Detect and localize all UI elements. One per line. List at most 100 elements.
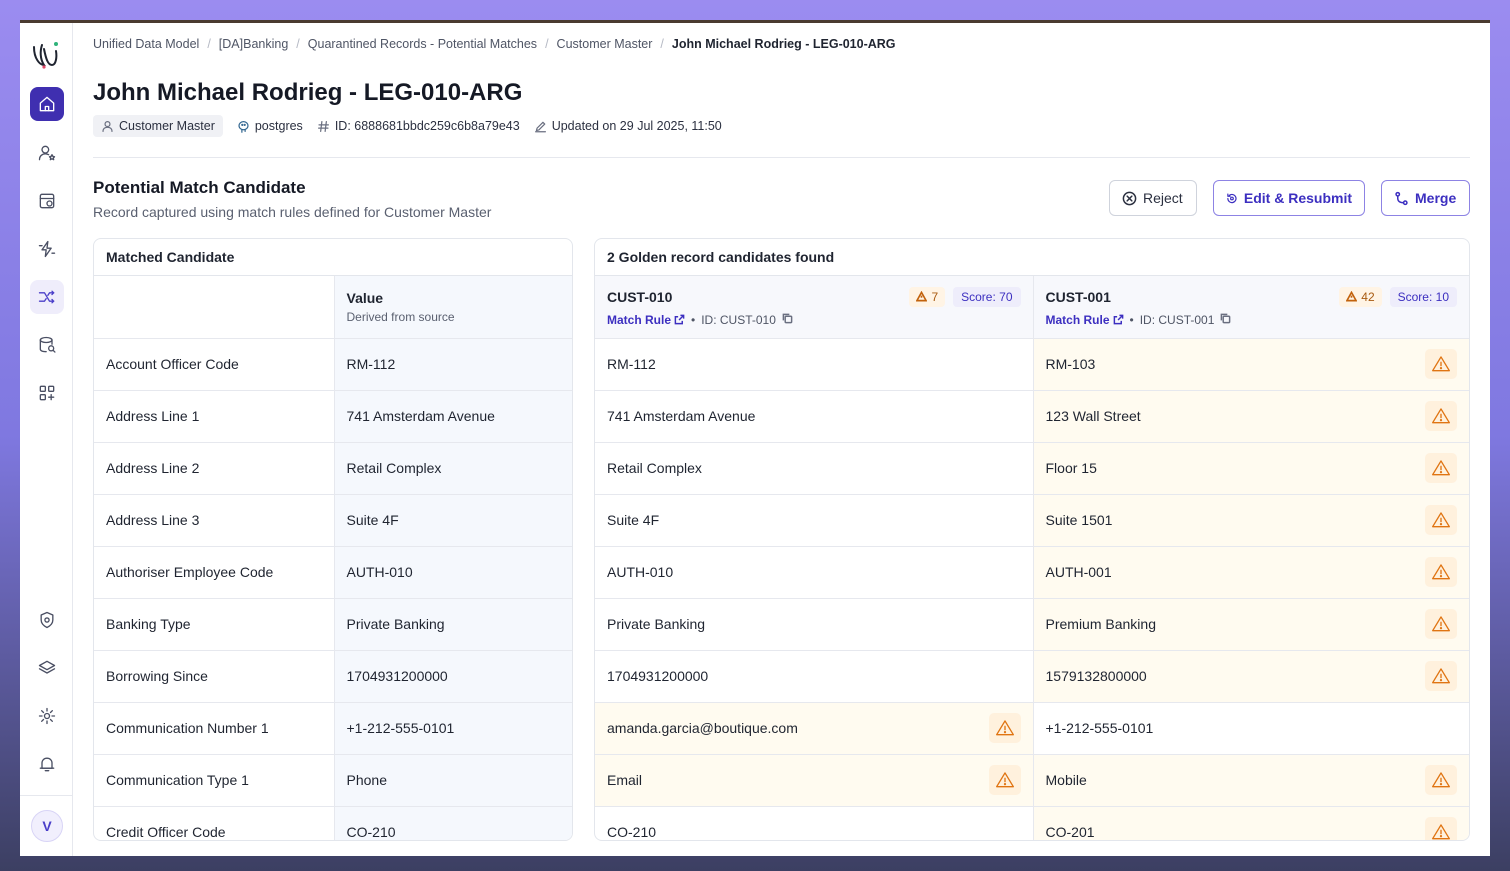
mismatch-warning-icon[interactable] — [1425, 453, 1457, 483]
warning-count-badge: 42 — [1339, 286, 1382, 307]
field-value: Suite 4F — [334, 494, 572, 547]
field-value: Private Banking — [334, 598, 572, 651]
table-row: Retail Complex Floor 15 — [595, 442, 1469, 495]
breadcrumb-separator: / — [545, 37, 549, 51]
header-divider — [93, 157, 1470, 158]
copy-id-button[interactable] — [782, 313, 793, 327]
mismatch-warning-icon[interactable] — [1425, 349, 1457, 379]
breadcrumb-item[interactable]: Quarantined Records - Potential Matches — [308, 37, 537, 51]
record-id: ID: 6888681bbdc259c6b8a79e43 — [334, 119, 520, 133]
nav-rail: V — [20, 23, 73, 856]
mismatch-warning-icon[interactable] — [1425, 557, 1457, 587]
merge-label: Merge — [1415, 190, 1457, 206]
mismatch-warning-icon[interactable] — [1425, 609, 1457, 639]
mismatch-warning-icon[interactable] — [1425, 505, 1457, 535]
dot-separator: • — [691, 312, 696, 327]
table-row: 1704931200000 1579132800000 — [595, 650, 1469, 703]
gear-icon[interactable] — [30, 699, 64, 733]
candidate-value: amanda.garcia@boutique.com — [607, 720, 798, 736]
breadcrumb: Unified Data Model / [DA]Banking / Quara… — [93, 37, 896, 51]
field-name: Account Officer Code — [94, 338, 335, 391]
table-row: Suite 4F Suite 1501 — [595, 494, 1469, 547]
match-rule-link[interactable]: Match Rule — [1046, 313, 1124, 327]
bell-icon[interactable] — [30, 747, 64, 781]
merge-button[interactable]: Merge — [1381, 180, 1470, 216]
panel-title: 2 Golden record candidates found — [595, 239, 1469, 276]
layers-icon[interactable] — [30, 651, 64, 685]
field-value: AUTH-010 — [334, 546, 572, 599]
table-row: Account Officer Code RM-112 — [94, 338, 572, 391]
shield-settings-icon[interactable] — [30, 603, 64, 637]
section-title: Potential Match Candidate — [93, 178, 306, 197]
candidate-value-cell: Suite 1501 — [1033, 494, 1469, 547]
section-subtitle: Record captured using match rules define… — [93, 204, 492, 220]
edit-resubmit-button[interactable]: Edit & Resubmit — [1213, 180, 1365, 216]
workflow-icon[interactable] — [30, 232, 64, 266]
field-name: Address Line 2 — [94, 442, 335, 495]
candidate-value: RM-103 — [1045, 356, 1096, 372]
copy-id-button[interactable] — [1220, 313, 1231, 327]
apps-icon[interactable] — [30, 376, 64, 410]
breadcrumb-item[interactable]: Unified Data Model — [93, 37, 199, 51]
user-icon — [102, 120, 113, 132]
page-title: John Michael Rodrieg - LEG-010-ARG — [93, 79, 523, 106]
close-circle-icon — [1122, 191, 1137, 205]
table-row: Communication Type 1 Phone — [94, 754, 572, 807]
value-column-header: Value Derived from source — [334, 276, 572, 339]
database-search-icon[interactable] — [30, 328, 64, 362]
home-icon[interactable] — [30, 87, 64, 121]
candidate-value: Floor 15 — [1045, 460, 1097, 476]
candidate-value-cell: Email — [595, 754, 1034, 807]
mismatch-warning-icon[interactable] — [988, 713, 1021, 743]
avatar[interactable]: V — [31, 810, 63, 842]
mismatch-warning-icon[interactable] — [1425, 765, 1457, 795]
warning-count: 42 — [1361, 289, 1375, 304]
mismatch-warning-icon[interactable] — [1425, 817, 1457, 840]
candidate-value-cell: Suite 4F — [595, 494, 1034, 547]
table-row: amanda.garcia@boutique.com +1-212-555-010… — [595, 702, 1469, 755]
rail-divider — [20, 795, 73, 796]
candidate-value: Premium Banking — [1045, 616, 1157, 632]
candidate-value-cell: Private Banking — [595, 598, 1034, 651]
breadcrumb-item[interactable]: [DA]Banking — [219, 37, 288, 51]
users-icon[interactable] — [30, 136, 64, 170]
table-row: Credit Officer Code CO-210 — [94, 806, 572, 840]
warning-count: 7 — [931, 289, 939, 304]
mismatch-warning-icon[interactable] — [1425, 401, 1457, 431]
candidate-value-cell: AUTH-001 — [1033, 546, 1469, 599]
match-rule-label: Match Rule — [1045, 312, 1110, 327]
table-row: Communication Number 1 +1-212-555-0101 — [94, 702, 572, 755]
copy-icon — [1221, 313, 1231, 324]
table-row: Authoriser Employee Code AUTH-010 — [94, 546, 572, 599]
postgres-icon — [238, 120, 249, 133]
field-column-header — [94, 276, 335, 339]
record-meta: Customer Master postgres ID: 6888681bbdc… — [93, 115, 722, 137]
candidate-value-cell: AUTH-010 — [595, 546, 1034, 599]
records-icon[interactable] — [30, 184, 64, 218]
value-header-sub: Derived from source — [346, 309, 455, 324]
candidate-value: Email — [607, 772, 643, 788]
candidate-value-cell: 1579132800000 — [1033, 650, 1469, 703]
app-window: V Unified Data Model / [DA]Banking / Qua… — [20, 20, 1490, 856]
field-value: 1704931200000 — [334, 650, 572, 703]
golden-candidates-panel: 2 Golden record candidates found CUST-01… — [594, 238, 1470, 841]
candidate-header: CUST-001 42 Score: 10 Match Rule • ID: C… — [1033, 276, 1469, 339]
resubmit-icon — [1227, 192, 1237, 203]
table-row: 741 Amsterdam Avenue 123 Wall Street — [595, 390, 1469, 443]
match-merge-icon[interactable] — [30, 280, 64, 314]
candidate-value: +1-212-555-0101 — [1045, 720, 1154, 736]
candidate-value: Suite 1501 — [1045, 512, 1113, 528]
breadcrumb-item[interactable]: Customer Master — [557, 37, 653, 51]
match-rule-link[interactable]: Match Rule — [607, 313, 685, 327]
entity-chip-label: Customer Master — [119, 119, 215, 133]
matched-candidate-table: Value Derived from source Account Office… — [94, 276, 572, 840]
pencil-icon — [534, 121, 546, 132]
table-row: Address Line 1 741 Amsterdam Avenue — [94, 390, 572, 443]
field-value: Retail Complex — [334, 442, 572, 495]
field-name: Borrowing Since — [94, 650, 335, 703]
mismatch-warning-icon[interactable] — [988, 765, 1021, 795]
candidate-value-cell: Premium Banking — [1033, 598, 1469, 651]
mismatch-warning-icon[interactable] — [1425, 661, 1457, 691]
table-row: Banking Type Private Banking — [94, 598, 572, 651]
reject-button[interactable]: Reject — [1109, 180, 1197, 216]
